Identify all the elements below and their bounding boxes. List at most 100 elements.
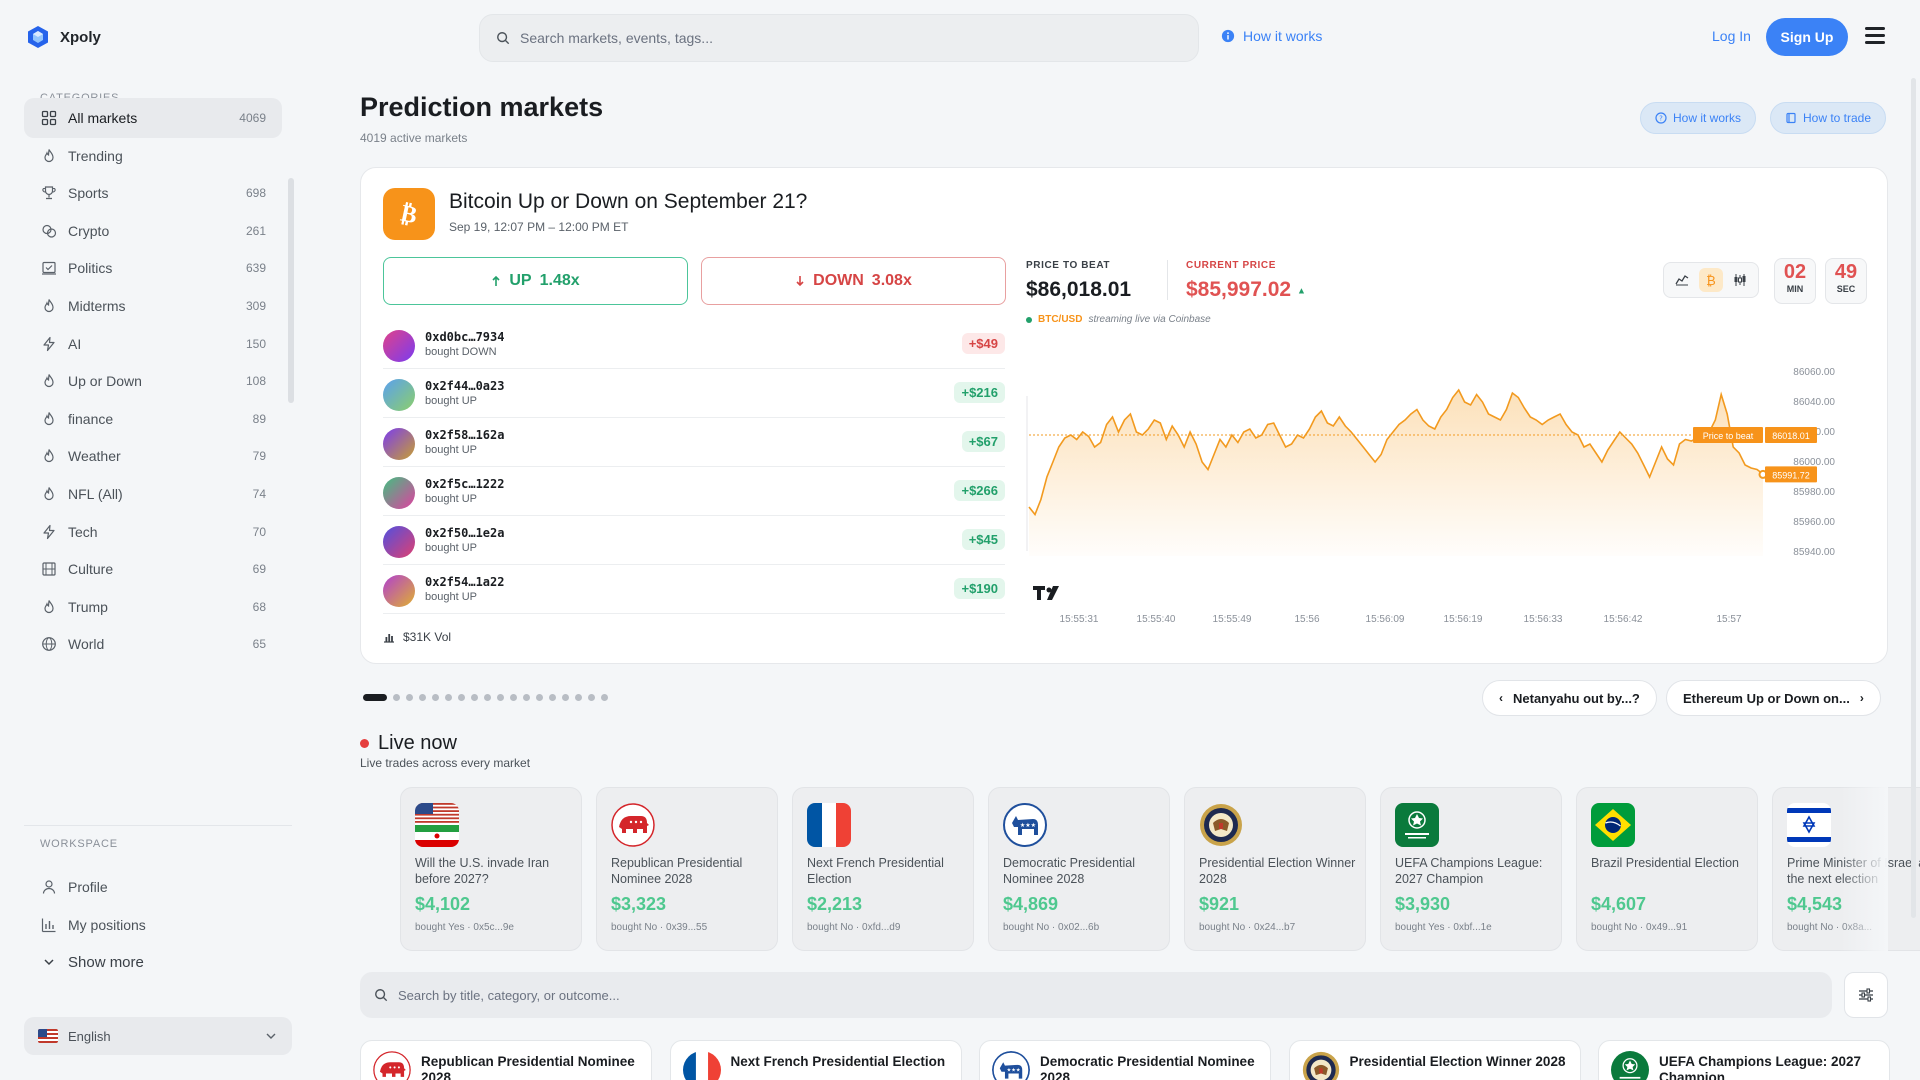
sidebar-item-count: 79 [252, 449, 266, 464]
carousel-dot[interactable] [419, 694, 426, 701]
filter-button[interactable] [1844, 972, 1888, 1018]
carousel-next-button[interactable]: Ethereum Up or Down on... › [1666, 680, 1881, 716]
sidebar-item-trump[interactable]: Trump 68 [24, 587, 282, 627]
carousel-dot[interactable] [562, 694, 569, 701]
carousel-dot[interactable] [549, 694, 556, 701]
live-indicator-icon [360, 739, 369, 748]
logo[interactable]: Xpoly [26, 25, 101, 49]
sidebar-item-finance[interactable]: finance 89 [24, 399, 282, 439]
down-button[interactable]: DOWN 3.08x [701, 257, 1006, 305]
hamburger-menu-icon[interactable] [1865, 27, 1885, 45]
carousel-dot[interactable] [484, 694, 491, 701]
carousel-dot[interactable] [510, 694, 517, 701]
carousel-dot[interactable] [497, 694, 504, 701]
market-title[interactable]: Bitcoin Up or Down on September 21? [449, 190, 807, 214]
live-card-meta: bought No · 0x24...b7 [1199, 922, 1296, 933]
how-it-works-link[interactable]: How it works [1221, 28, 1322, 44]
live-trade-card[interactable]: Will the U.S. invade Iran before 2027? $… [400, 787, 582, 951]
price-to-beat-chart-label: Price to beat [1703, 431, 1754, 441]
live-trade-card[interactable]: ★★★ Democratic Presidential Nominee 2028… [988, 787, 1170, 951]
sidebar-item-sports[interactable]: Sports 698 [24, 173, 282, 213]
carousel-dot[interactable] [458, 694, 465, 701]
book-icon [1786, 112, 1796, 124]
carousel-dot[interactable] [393, 694, 400, 701]
live-trade-card[interactable]: Presidential Election Winner 2028 $921 b… [1184, 787, 1366, 951]
global-search[interactable] [479, 14, 1199, 62]
flame-icon [40, 410, 58, 428]
line-chart-icon[interactable] [1670, 268, 1694, 292]
sidebar-scrollbar[interactable] [288, 178, 294, 403]
sidebar-item-midterms[interactable]: Midterms 309 [24, 286, 282, 326]
workspace-item-profile[interactable]: Profile [24, 867, 282, 907]
up-button[interactable]: UP 1.48x [383, 257, 688, 305]
trader-address: 0x2f50…1e2a [425, 526, 505, 540]
carousel-dot[interactable] [601, 694, 608, 701]
sidebar-item-count: 261 [245, 223, 266, 238]
how-to-trade-button[interactable]: How to trade [1770, 102, 1887, 134]
workspace-item-my-positions[interactable]: My positions [24, 905, 282, 945]
svg-text:₿: ₿ [398, 199, 419, 229]
market-card[interactable]: Republican Presidential Nominee 2028 [360, 1040, 652, 1080]
live-now-title: Live now [378, 732, 457, 754]
sidebar-item-trending[interactable]: Trending [24, 136, 282, 176]
sidebar-item-tech[interactable]: Tech 70 [24, 512, 282, 552]
trade-row[interactable]: 0x2f50…1e2a bought UP +$45 [383, 516, 1005, 565]
market-search-input[interactable] [398, 987, 1798, 1003]
carousel-dot[interactable] [575, 694, 582, 701]
trade-row[interactable]: 0xd0bc…7934 bought DOWN +$49 [383, 320, 1005, 369]
flame-icon [40, 485, 58, 503]
sidebar-item-weather[interactable]: Weather 79 [24, 436, 282, 476]
trade-row[interactable]: 0x2f54…1a22 bought UP +$190 [383, 565, 1005, 614]
sidebar-item-politics[interactable]: Politics 639 [24, 248, 282, 288]
bar-chart-icon [384, 634, 394, 643]
sidebar-item-culture[interactable]: Culture 69 [24, 549, 282, 589]
coins-icon [40, 222, 58, 240]
sidebar-item-all-markets[interactable]: All markets 4069 [24, 98, 282, 138]
signup-button[interactable]: Sign Up [1766, 18, 1848, 56]
login-button[interactable]: Log In [1712, 28, 1751, 44]
carousel-dot[interactable] [588, 694, 595, 701]
language-select[interactable]: English [24, 1017, 292, 1055]
market-date: Sep 19, 12:07 PM – 12:00 PM ET [449, 220, 629, 234]
live-card-amount: $2,213 [807, 894, 863, 914]
live-trade-card[interactable]: Republican Presidential Nominee 2028 $3,… [596, 787, 778, 951]
live-card-meta: bought Yes · 0xbf...1e [1395, 922, 1492, 933]
candlestick-icon[interactable] [1728, 268, 1752, 292]
market-card[interactable]: Presidential Election Winner 2028 [1288, 1040, 1581, 1080]
sidebar-item-nfl-all[interactable]: NFL (All) 74 [24, 474, 282, 514]
trade-row[interactable]: 0x2f5c…1222 bought UP +$266 [383, 467, 1005, 516]
carousel-dot[interactable] [471, 694, 478, 701]
market-card[interactable]: Next French Presidential Election [669, 1040, 962, 1080]
bitcoin-toggle-icon[interactable]: ₿ [1698, 268, 1723, 292]
carousel-dot[interactable] [363, 694, 387, 701]
carousel-dot[interactable] [445, 694, 452, 701]
market-flag-icon [1199, 803, 1243, 847]
trade-row[interactable]: 0x2f58…162a bought UP +$67 [383, 418, 1005, 467]
sidebar-item-crypto[interactable]: Crypto 261 [24, 211, 282, 251]
sidebar-item-ai[interactable]: AI 150 [24, 324, 282, 364]
how-it-works-button[interactable]: ? How it works [1640, 102, 1757, 134]
market-card[interactable]: UEFA Champions League: 2027 Champion [1598, 1040, 1890, 1080]
market-card-title: Next French Presidential Election [730, 1054, 946, 1069]
main-scrollbar[interactable] [1911, 78, 1916, 918]
live-trade-card[interactable]: Next French Presidential Election $2,213… [792, 787, 974, 951]
market-search[interactable] [360, 972, 1832, 1018]
carousel-dot[interactable] [432, 694, 439, 701]
trade-row[interactable]: 0x2f44…0a23 bought UP +$216 [383, 369, 1005, 418]
sidebar-item-up-or-down[interactable]: Up or Down 108 [24, 361, 282, 401]
carousel-dot[interactable] [406, 694, 413, 701]
trade-amount: +$49 [961, 333, 1005, 354]
search-input[interactable] [520, 30, 1160, 46]
live-trade-card[interactable]: Brazil Presidential Election $4,607 boug… [1576, 787, 1758, 951]
tradingview-logo-icon[interactable] [1033, 586, 1059, 600]
carousel-fade-left [360, 780, 400, 960]
market-card[interactable]: ★★★ Democratic Presidential Nominee 2028 [979, 1040, 1271, 1080]
carousel-prev-button[interactable]: ‹ Netanyahu out by...? [1482, 680, 1657, 716]
live-trade-card[interactable]: UEFA Champions League: 2027 Champion $3,… [1380, 787, 1562, 951]
sidebar-item-world[interactable]: World 65 [24, 624, 282, 664]
carousel-dot[interactable] [523, 694, 530, 701]
price-chart[interactable]: 86060.0086040.0086020.0086000.0085980.00… [1023, 356, 1853, 636]
workspace-item-show-more[interactable]: Show more [24, 942, 282, 982]
carousel-dot[interactable] [536, 694, 543, 701]
live-card-meta: bought No · 0x39...55 [611, 922, 708, 933]
